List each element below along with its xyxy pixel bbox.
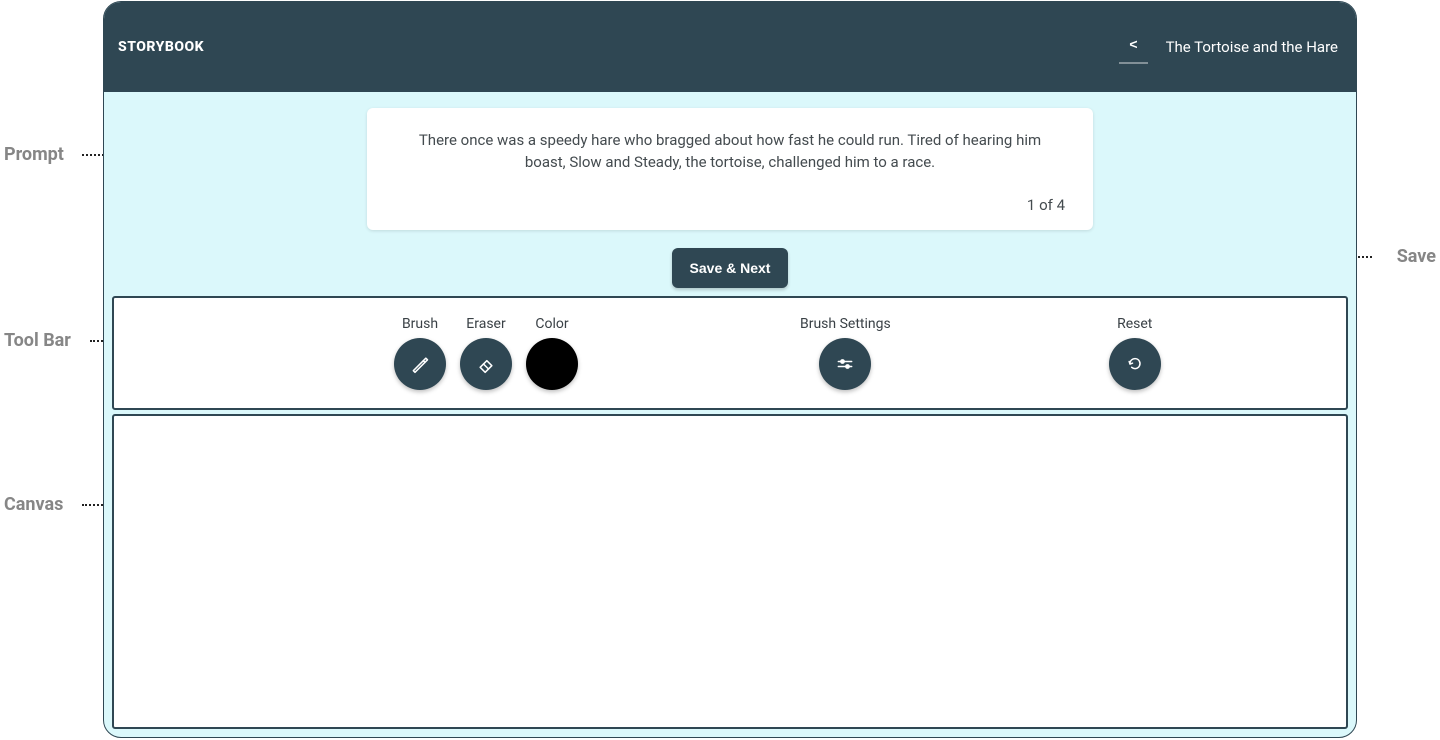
toolbar-group-reset: Reset	[1109, 316, 1161, 390]
story-title: The Tortoise and the Hare	[1166, 38, 1338, 56]
brush-settings-button[interactable]	[819, 338, 871, 390]
annotation-toolbar: Tool Bar	[4, 330, 71, 351]
annotation-canvas: Canvas	[4, 494, 63, 515]
chevron-left-icon: <	[1129, 36, 1137, 52]
annotation-canvas-text: Canvas	[4, 494, 63, 515]
breadcrumb: < The Tortoise and the Hare	[1119, 30, 1338, 64]
tool-eraser-label: Eraser	[466, 316, 505, 332]
sliders-icon	[835, 354, 855, 374]
save-row: Save & Next	[104, 248, 1356, 288]
brush-button[interactable]	[394, 338, 446, 390]
drawing-canvas[interactable]	[112, 414, 1348, 730]
app-header: STORYBOOK < The Tortoise and the Hare	[104, 2, 1356, 92]
save-next-button[interactable]: Save & Next	[672, 248, 789, 288]
tool-brush-label: Brush	[402, 316, 438, 332]
annotation-save: Save	[1397, 246, 1436, 267]
annotation-toolbar-text: Tool Bar	[4, 330, 71, 351]
color-picker-button[interactable]	[526, 338, 578, 390]
page-indicator: 1 of 4	[395, 196, 1065, 214]
tool-color: Color	[526, 316, 578, 390]
eraser-button[interactable]	[460, 338, 512, 390]
tool-reset: Reset	[1109, 316, 1161, 390]
prompt-text: There once was a speedy hare who bragged…	[400, 130, 1060, 174]
tool-brush-settings: Brush Settings	[800, 316, 891, 390]
tool-brush-settings-label: Brush Settings	[800, 316, 891, 332]
tool-brush: Brush	[394, 316, 446, 390]
annotation-prompt: Prompt	[4, 144, 64, 165]
tool-color-label: Color	[535, 316, 568, 332]
tool-reset-label: Reset	[1117, 316, 1152, 332]
tool-eraser: Eraser	[460, 316, 512, 390]
toolbar: Brush Eraser	[112, 296, 1348, 410]
annotation-prompt-text: Prompt	[4, 144, 64, 165]
undo-icon	[1125, 354, 1145, 374]
annotation-save-text: Save	[1397, 246, 1436, 267]
app-window: STORYBOOK < The Tortoise and the Hare Th…	[103, 1, 1357, 738]
toolbar-groups: Brush Eraser	[130, 316, 1330, 390]
reset-button[interactable]	[1109, 338, 1161, 390]
prompt-card: There once was a speedy hare who bragged…	[367, 108, 1093, 230]
brush-icon	[410, 354, 430, 374]
toolbar-group-settings: Brush Settings	[800, 316, 891, 390]
brand-label: STORYBOOK	[118, 39, 204, 55]
eraser-icon	[476, 354, 496, 374]
toolbar-group-drawing: Brush Eraser	[394, 316, 578, 390]
back-button[interactable]: <	[1119, 30, 1147, 64]
